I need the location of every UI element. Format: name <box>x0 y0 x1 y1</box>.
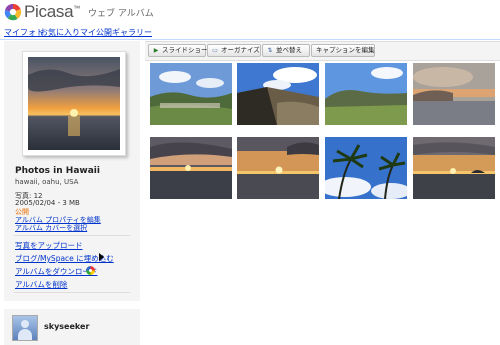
username[interactable]: skyseeker <box>44 322 89 331</box>
brand-name[interactable]: Picasa™ <box>24 2 80 22</box>
album-main: ▶ スライドショー ▭ オーガナイズ ⇅ 並べ替え キャプションを編集 <box>145 41 500 243</box>
sort-button[interactable]: ⇅ 並べ替え <box>262 44 310 57</box>
edit-captions-button[interactable]: キャプションを編集 <box>311 44 375 57</box>
organize-button[interactable]: ▭ オーガナイズ <box>207 44 261 57</box>
album-title: Photos in Hawaii <box>15 166 100 176</box>
photo-thumbnail[interactable] <box>325 63 407 125</box>
triangle-right-icon[interactable] <box>99 253 104 261</box>
picasa-logo-icon[interactable] <box>4 3 22 21</box>
upload-photos-link[interactable]: 写真をアップロード <box>15 240 83 251</box>
nav-favorites[interactable]: お気に入り <box>40 27 80 38</box>
avatar[interactable] <box>12 315 38 341</box>
photo-thumbnail[interactable] <box>413 63 495 125</box>
album-cover-image <box>28 57 120 150</box>
delete-album-link[interactable]: アルバムを削除 <box>15 279 67 290</box>
photo-thumbnail[interactable] <box>150 137 232 199</box>
nav-public-gallery[interactable]: マイ公開ギャラリー <box>80 27 152 38</box>
slideshow-button[interactable]: ▶ スライドショー <box>148 44 208 57</box>
divider <box>14 235 130 236</box>
nav-my-photos[interactable]: マイフォト <box>4 27 44 38</box>
product-name: ウェブ アルバム <box>88 9 154 19</box>
change-album-cover-link[interactable]: アルバム カバーを選択 <box>15 224 87 232</box>
photo-thumbnail[interactable] <box>325 137 407 199</box>
photo-thumbnail[interactable] <box>237 63 319 125</box>
photo-grid <box>145 60 500 243</box>
toolbar: ▶ スライドショー ▭ オーガナイズ ⇅ 並べ替え キャプションを編集 <box>145 44 500 57</box>
photo-thumbnail[interactable] <box>150 63 232 125</box>
album-sidebar: Photos in Hawaii hawaii, oahu, USA 写真: 1… <box>4 41 140 301</box>
sort-icon: ⇅ <box>267 47 273 54</box>
photo-thumbnail[interactable] <box>413 137 495 199</box>
user-box: skyseeker <box>4 309 140 345</box>
organize-icon: ▭ <box>212 47 218 54</box>
photo-thumbnail[interactable] <box>237 137 319 199</box>
download-album-link[interactable]: アルバムをダウンロード <box>15 266 97 277</box>
album-location: hawaii, oahu, USA <box>15 178 79 186</box>
album-cover[interactable] <box>22 51 126 156</box>
divider <box>14 292 130 293</box>
picasa-download-icon[interactable] <box>86 266 95 275</box>
play-icon: ▶ <box>153 47 159 54</box>
header: Picasa™ ウェブ アルバム <box>0 0 500 26</box>
top-nav: マイフォト お気に入り マイ公開ギャラリー <box>0 26 500 40</box>
album-date-size: 2005/02/04 - 3 MB <box>15 199 80 207</box>
